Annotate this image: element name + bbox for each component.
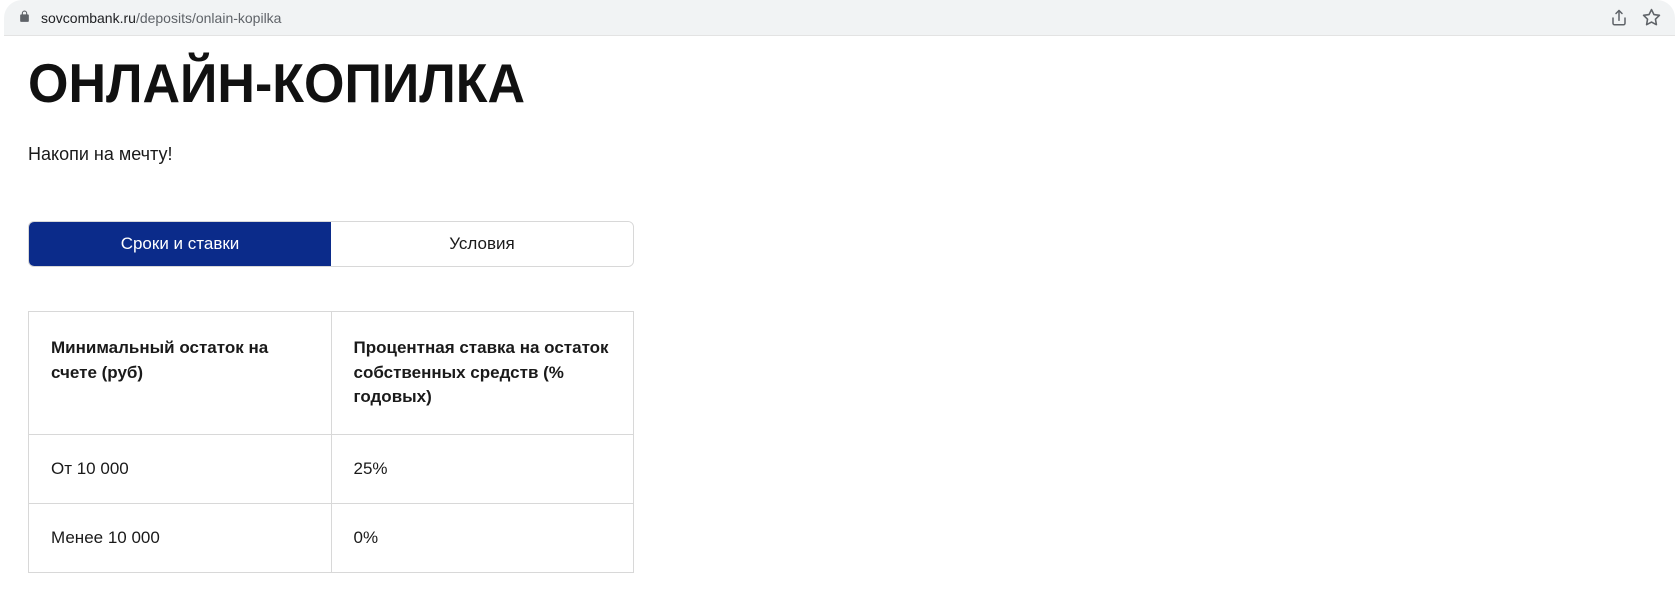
- page-content: ОНЛАЙН-КОПИЛКА Накопи на мечту! Сроки и …: [0, 54, 1679, 573]
- cell-rate: 25%: [331, 434, 634, 503]
- cell-min-balance: От 10 000: [29, 434, 332, 503]
- tab-rates[interactable]: Сроки и ставки: [29, 222, 331, 266]
- star-icon[interactable]: [1642, 8, 1661, 27]
- tab-conditions[interactable]: Условия: [331, 222, 633, 266]
- cell-min-balance: Менее 10 000: [29, 503, 332, 572]
- url-text: sovcombank.ru/deposits/onlain-kopilka: [41, 10, 1596, 26]
- header-rate: Процентная ставка на остаток собственных…: [331, 312, 634, 435]
- cell-rate: 0%: [331, 503, 634, 572]
- share-icon[interactable]: [1610, 9, 1628, 27]
- page-title: ОНЛАЙН-КОПИЛКА: [28, 53, 1651, 116]
- lock-icon: [18, 10, 31, 26]
- table-row: От 10 000 25%: [29, 434, 634, 503]
- browser-address-bar[interactable]: sovcombank.ru/deposits/onlain-kopilka: [4, 0, 1675, 36]
- header-min-balance: Минимальный остаток на счете (руб): [29, 312, 332, 435]
- rates-table: Минимальный остаток на счете (руб) Проце…: [28, 311, 634, 573]
- table-header-row: Минимальный остаток на счете (руб) Проце…: [29, 312, 634, 435]
- page-subtitle: Накопи на мечту!: [28, 144, 1651, 165]
- table-row: Менее 10 000 0%: [29, 503, 634, 572]
- tabs: Сроки и ставки Условия: [28, 221, 634, 267]
